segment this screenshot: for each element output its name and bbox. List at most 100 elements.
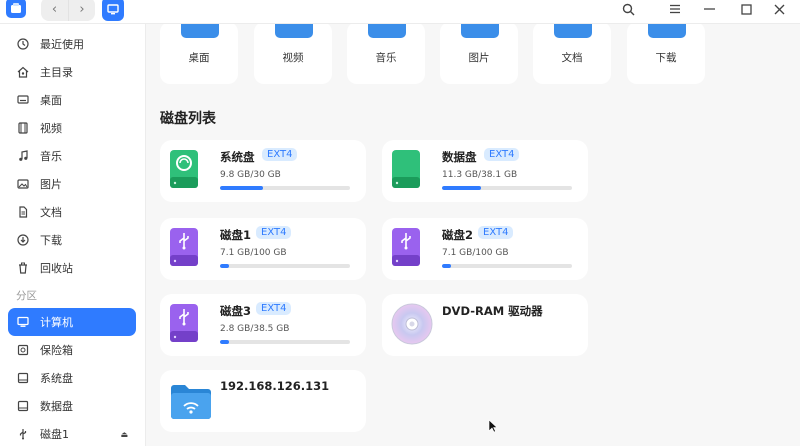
chevron-left-icon: ‹ xyxy=(51,1,58,17)
usb-disk-icon xyxy=(392,228,420,266)
partition-section-label: 分区 xyxy=(16,290,37,302)
folder-desktop[interactable]: 桌面 xyxy=(160,22,238,84)
sidebar-item-system-disk[interactable]: 系统盘 xyxy=(8,364,136,392)
disk-card-data[interactable]: 数据盘 EXT4 11.3 GB/38.1 GB xyxy=(382,140,588,202)
sidebar-item-downloads[interactable]: 下载 xyxy=(8,226,136,254)
usb-disk-icon xyxy=(170,304,198,342)
file-manager-logo-icon xyxy=(6,0,26,18)
disk-usage-fill xyxy=(220,186,263,190)
hamburger-menu-icon xyxy=(670,4,680,14)
disk-usage-bar xyxy=(220,264,350,268)
disk-usage-text: 9.8 GB/30 GB xyxy=(220,170,281,180)
disk-usage-fill xyxy=(220,340,230,344)
disk-usage-text: 11.3 GB/38.1 GB xyxy=(442,170,518,180)
image-icon xyxy=(16,177,30,191)
monitor-icon xyxy=(107,3,119,14)
sidebar-item-vault[interactable]: 保险箱 xyxy=(8,336,136,364)
sidebar-item-pictures[interactable]: 图片 xyxy=(8,170,136,198)
disk-name: 192.168.126.131 xyxy=(220,379,330,393)
sidebar-item-documents[interactable]: 文档 xyxy=(8,198,136,226)
navigation-buttons: ‹ › xyxy=(41,0,95,21)
minimize-button[interactable] xyxy=(697,0,721,20)
forward-button[interactable]: › xyxy=(68,0,95,21)
desktop-icon xyxy=(16,93,30,107)
disk-card-disk3[interactable]: 磁盘3 EXT4 2.8 GB/38.5 GB xyxy=(160,294,366,356)
sidebar-item-computer[interactable]: 计算机 xyxy=(8,308,136,336)
filesystem-badge: EXT4 xyxy=(256,226,292,239)
vault-icon xyxy=(16,343,30,357)
folder-icon xyxy=(181,22,219,38)
home-icon xyxy=(16,65,30,79)
document-icon xyxy=(16,205,30,219)
disk-card-disk2[interactable]: 磁盘2 EXT4 7.1 GB/100 GB xyxy=(382,218,588,280)
folder-icon xyxy=(368,22,406,38)
folder-label: 下载 xyxy=(655,52,677,64)
sidebar-item-recent[interactable]: 最近使用 xyxy=(8,30,136,58)
disk-name: 磁盘3 xyxy=(220,304,252,318)
filesystem-badge: EXT4 xyxy=(256,302,292,315)
sidebar-item-home[interactable]: 主目录 xyxy=(8,58,136,86)
disk-usage-bar xyxy=(220,186,350,190)
maximize-button[interactable] xyxy=(734,0,758,20)
sidebar: 最近使用 主目录 桌面 视频 音乐 图片 文档 下载 回收站 分区 计算机 保险… xyxy=(0,24,146,446)
folder-label: 音乐 xyxy=(375,52,397,64)
folder-icon xyxy=(648,22,686,38)
disk-usage-text: 2.8 GB/38.5 GB xyxy=(220,324,290,334)
sidebar-item-label: 视频 xyxy=(40,122,62,135)
folder-pictures[interactable]: 图片 xyxy=(440,22,518,84)
sidebar-item-label: 系统盘 xyxy=(40,372,73,385)
disk-name: 磁盘2 xyxy=(442,228,474,242)
disk-usage-bar xyxy=(220,340,350,344)
disk-usage-text: 7.1 GB/100 GB xyxy=(442,248,509,258)
disk-usage-bar xyxy=(442,264,572,268)
search-button[interactable] xyxy=(616,0,640,20)
disk-card-network[interactable]: 192.168.126.131 xyxy=(160,370,366,432)
filesystem-badge: EXT4 xyxy=(478,226,514,239)
sidebar-item-videos[interactable]: 视频 xyxy=(8,114,136,142)
folder-label: 文档 xyxy=(561,52,583,64)
drive-icon xyxy=(16,371,30,385)
folder-icon xyxy=(461,22,499,38)
sidebar-item-label: 最近使用 xyxy=(40,38,84,51)
sidebar-item-label: 图片 xyxy=(40,178,62,191)
disk-name: 磁盘1 xyxy=(220,228,252,242)
back-button[interactable]: ‹ xyxy=(41,0,68,21)
music-icon xyxy=(16,149,30,163)
sidebar-item-trash[interactable]: 回收站 xyxy=(8,254,136,282)
folder-label: 视频 xyxy=(282,52,304,64)
folder-music[interactable]: 音乐 xyxy=(347,22,425,84)
sidebar-item-label: 音乐 xyxy=(40,150,62,163)
disk-name: DVD-RAM 驱动器 xyxy=(442,304,543,318)
mouse-cursor-icon xyxy=(488,419,498,433)
computer-icon xyxy=(16,315,30,329)
folder-icon xyxy=(554,22,592,38)
folder-documents[interactable]: 文档 xyxy=(533,22,611,84)
disk-card-disk1[interactable]: 磁盘1 EXT4 7.1 GB/100 GB xyxy=(160,218,366,280)
minimize-icon xyxy=(703,8,715,10)
network-folder-icon xyxy=(171,385,211,419)
trash-icon xyxy=(16,261,30,275)
usb-icon xyxy=(16,427,30,441)
sidebar-item-label: 桌面 xyxy=(40,94,62,107)
disk-list-title: 磁盘列表 xyxy=(160,111,216,127)
close-button[interactable] xyxy=(767,0,791,20)
data-disk-icon xyxy=(392,150,420,188)
folder-label: 图片 xyxy=(468,52,490,64)
disk-card-system[interactable]: 系统盘 EXT4 9.8 GB/30 GB xyxy=(160,140,366,202)
chevron-right-icon: › xyxy=(79,1,85,17)
folder-videos[interactable]: 视频 xyxy=(254,22,332,84)
disk-card-dvd[interactable]: DVD-RAM 驱动器 xyxy=(382,294,588,356)
sidebar-item-label: 计算机 xyxy=(40,316,73,329)
sidebar-item-disk1[interactable]: 磁盘1 ⏏ xyxy=(8,420,136,446)
folder-downloads[interactable]: 下载 xyxy=(627,22,705,84)
sidebar-item-label: 下载 xyxy=(40,234,62,247)
filesystem-badge: EXT4 xyxy=(484,148,520,161)
eject-icon[interactable]: ⏏ xyxy=(120,430,128,439)
sidebar-item-music[interactable]: 音乐 xyxy=(8,142,136,170)
drive-icon xyxy=(16,399,30,413)
sidebar-item-data-disk[interactable]: 数据盘 xyxy=(8,392,136,420)
menu-button[interactable] xyxy=(663,0,687,20)
computer-view-button[interactable] xyxy=(102,0,124,21)
maximize-icon xyxy=(740,3,752,15)
sidebar-item-desktop[interactable]: 桌面 xyxy=(8,86,136,114)
